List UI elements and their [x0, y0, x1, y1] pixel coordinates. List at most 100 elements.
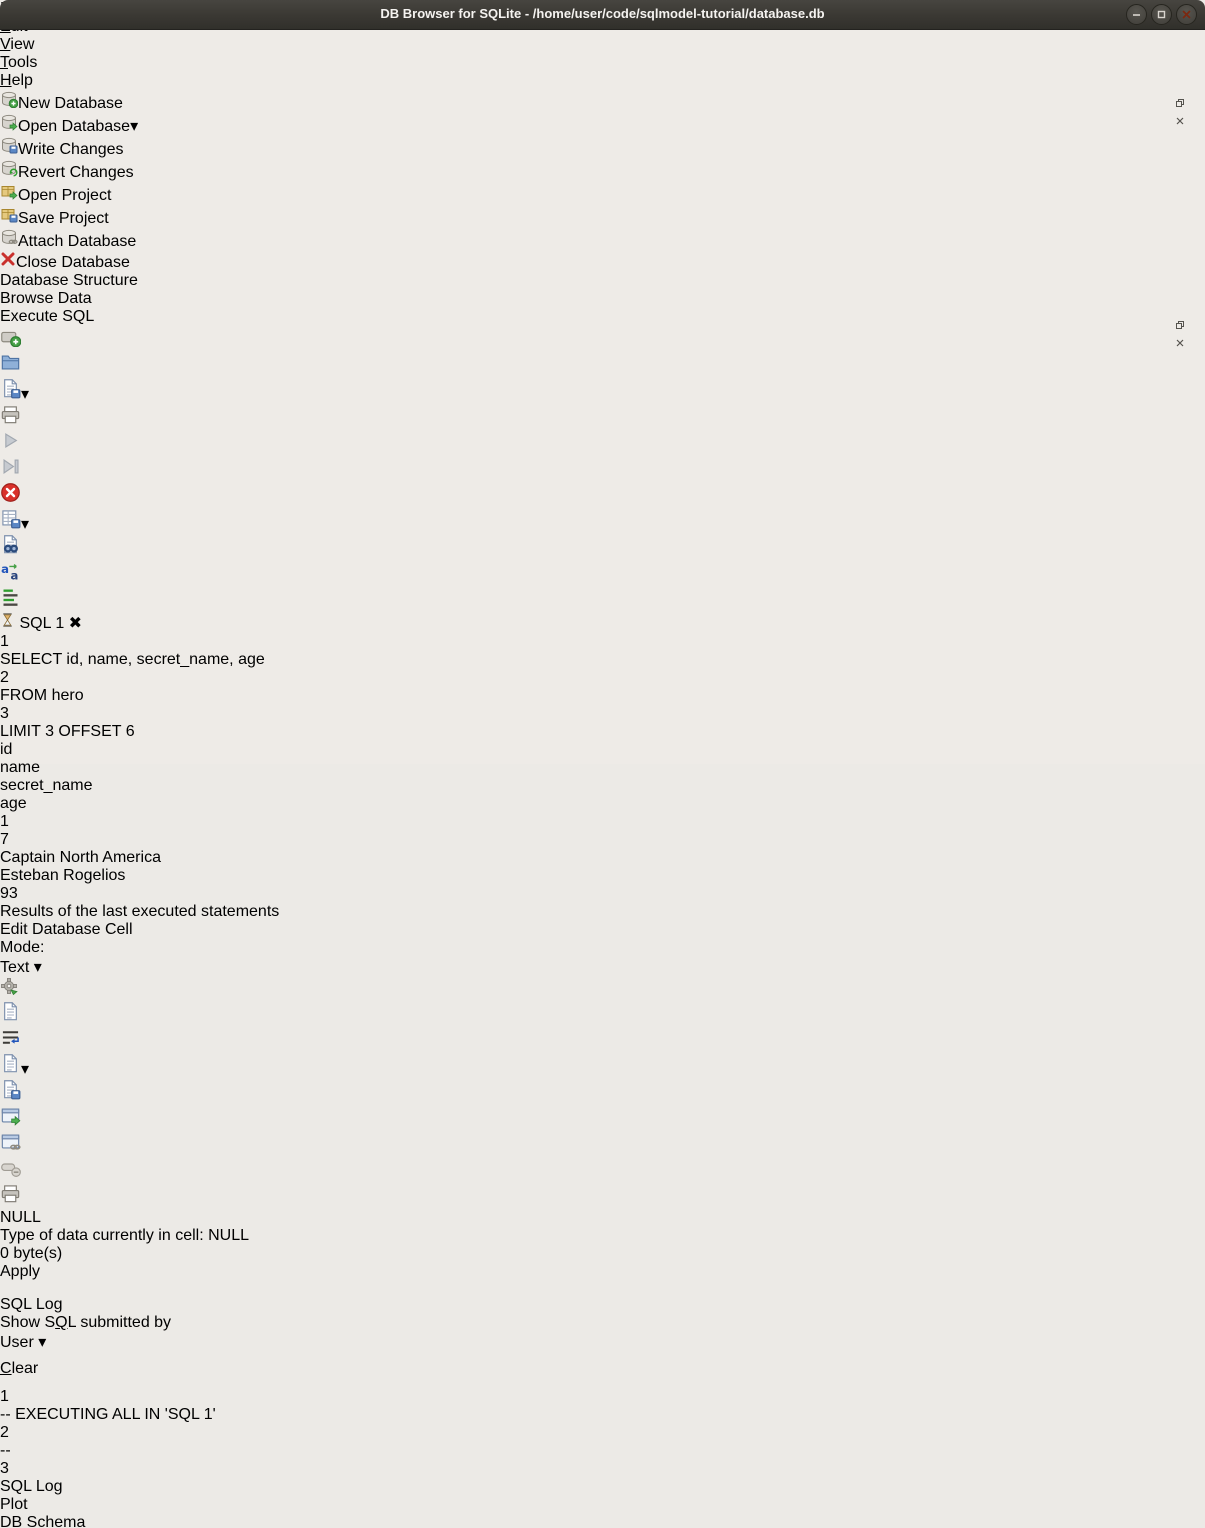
- maximize-button[interactable]: [1151, 4, 1172, 25]
- clear-log-button[interactable]: Clear: [0, 1360, 79, 1388]
- database-write-button[interactable]: Write Changes: [0, 136, 1205, 159]
- sql-tab[interactable]: SQL 1 ✖: [0, 612, 1205, 633]
- open-in-external-app-icon[interactable]: [0, 1105, 1205, 1131]
- execute-all-icon[interactable]: [0, 430, 1205, 456]
- dock-tab-sql-log[interactable]: SQL Log: [0, 1478, 1205, 1496]
- editor-line[interactable]: 2FROM hero: [0, 669, 1205, 705]
- editor-line-text: LIMIT 3 OFFSET 6: [0, 723, 1205, 741]
- table-cell[interactable]: Captain North America: [0, 849, 1205, 867]
- table-row[interactable]: 17Captain North AmericaEsteban Rogelios9…: [0, 813, 1205, 903]
- copy-cell-link-icon[interactable]: [0, 1131, 1205, 1157]
- dropdown-caret-icon[interactable]: ▾: [21, 386, 29, 403]
- menu-item-tools[interactable]: Tools: [0, 54, 1205, 72]
- editor-line-text: SELECT id, name, secret_name, age: [0, 651, 1205, 669]
- save-sql-file-icon[interactable]: ▾: [0, 378, 1205, 404]
- sql-tab-bar: SQL 1 ✖: [0, 612, 1205, 633]
- minimize-button[interactable]: [1126, 4, 1147, 25]
- mode-select[interactable]: Text ▾: [0, 957, 84, 977]
- table-cell[interactable]: 7: [0, 831, 1205, 849]
- results-message-area[interactable]: Results of the last executed statements: [0, 903, 1205, 921]
- line-number: 2: [0, 669, 1205, 687]
- menu-item-help[interactable]: Help: [0, 72, 1205, 90]
- toolbar-button-label: Write Changes: [18, 141, 124, 158]
- project-open-button[interactable]: Open Project: [0, 182, 1205, 205]
- minimize-icon: [1131, 9, 1142, 20]
- close-dock-icon[interactable]: [1176, 112, 1184, 130]
- titlebar[interactable]: DB Browser for SQLite - /home/user/code/…: [0, 0, 1205, 30]
- print-cell-icon[interactable]: [0, 1183, 1205, 1209]
- dock-tab-db-schema[interactable]: DB Schema: [0, 1514, 1205, 1528]
- cell-content-editor[interactable]: NULL: [0, 1209, 1205, 1227]
- dropdown-caret-icon[interactable]: ▾: [130, 118, 138, 135]
- format-sql-icon[interactable]: [0, 586, 1205, 612]
- text-document-icon[interactable]: [0, 1001, 1205, 1027]
- editor-line[interactable]: 3LIMIT 3 OFFSET 6: [0, 705, 1205, 741]
- sql-editor[interactable]: 1SELECT id, name, secret_name, age2FROM …: [0, 633, 1205, 741]
- menu-item-view[interactable]: View: [0, 36, 1205, 54]
- toolbar-button-label: Close Database: [16, 254, 130, 271]
- dropdown-caret-icon[interactable]: ▾: [21, 516, 29, 533]
- project-save-button[interactable]: Save Project: [0, 205, 1205, 228]
- row-number[interactable]: 1: [0, 813, 1205, 831]
- results-header-row: idnamesecret_nameage: [0, 741, 1205, 813]
- stop-execution-icon[interactable]: [0, 482, 1205, 508]
- execute-current-line-icon[interactable]: [0, 456, 1205, 482]
- open-file-in-cell-icon[interactable]: ▾: [0, 1053, 1205, 1079]
- sql-log-dock-title: SQL Log: [0, 1296, 1205, 1314]
- tab-execute-sql[interactable]: Execute SQL: [0, 308, 1205, 326]
- svg-text:a: a: [11, 568, 19, 581]
- save-results-icon[interactable]: ▾: [0, 508, 1205, 534]
- line-number: 1: [0, 633, 1205, 651]
- dock-tab-plot[interactable]: Plot: [0, 1496, 1205, 1514]
- table-cell[interactable]: 93: [0, 885, 1205, 903]
- dropdown-caret-icon: ▾: [21, 1061, 29, 1078]
- edit-cell-dock-buttons: [1176, 94, 1184, 130]
- sql-tab-close-icon[interactable]: ✖: [69, 615, 82, 632]
- new-tab-icon[interactable]: [0, 326, 1205, 352]
- print-icon[interactable]: [0, 404, 1205, 430]
- float-dock-icon[interactable]: [1176, 316, 1184, 334]
- database-open-button[interactable]: Open Database▾: [0, 113, 1205, 136]
- database-attach-icon: [0, 233, 18, 250]
- editor-line-text: FROM hero: [0, 687, 1205, 705]
- set-null-icon[interactable]: [0, 1157, 1205, 1183]
- column-header-age[interactable]: age: [0, 795, 1205, 813]
- apply-mode-button[interactable]: [0, 977, 1205, 1001]
- editor-line[interactable]: 1SELECT id, name, secret_name, age: [0, 633, 1205, 669]
- database-new-icon: [0, 95, 18, 112]
- tab-database-structure[interactable]: Database Structure: [0, 272, 1205, 290]
- save-cell-as-icon[interactable]: [0, 1079, 1205, 1105]
- sql-log-filter-label: Show SQL submitted by: [0, 1314, 1205, 1332]
- database-write-icon: [0, 141, 18, 158]
- sql-log-view[interactable]: 1-- EXECUTING ALL IN 'SQL 1'2--3: [0, 1388, 1205, 1478]
- toolbar-button-label: New Database: [18, 95, 123, 112]
- cell-type-info: Type of data currently in cell: NULL: [0, 1227, 1205, 1245]
- sql-log-filter-select[interactable]: User ▾: [0, 1332, 106, 1360]
- log-line[interactable]: 2--: [0, 1424, 1205, 1460]
- open-sql-file-icon[interactable]: [0, 352, 1205, 378]
- tab-browse-data[interactable]: Browse Data: [0, 290, 1205, 308]
- database-new-button[interactable]: New Database: [0, 90, 1205, 113]
- column-header-name[interactable]: name: [0, 759, 1205, 777]
- log-line[interactable]: 3: [0, 1460, 1205, 1478]
- window-title: DB Browser for SQLite - /home/user/code/…: [0, 6, 1205, 21]
- database-attach-button[interactable]: Attach Database: [0, 228, 1205, 251]
- apply-button[interactable]: Apply: [0, 1263, 78, 1290]
- table-cell[interactable]: Esteban Rogelios: [0, 867, 1205, 885]
- results-table[interactable]: idnamesecret_nameage17Captain North Amer…: [0, 741, 1205, 903]
- database-revert-icon: [0, 164, 18, 181]
- close-dock-icon[interactable]: [1176, 334, 1184, 352]
- find-icon[interactable]: [0, 534, 1205, 560]
- gear-icon: [0, 977, 19, 996]
- column-header-id[interactable]: id: [0, 741, 1205, 759]
- find-replace-icon[interactable]: aa: [0, 560, 1205, 586]
- float-dock-icon[interactable]: [1176, 94, 1184, 112]
- execute-sql-panel: ▾▾aa SQL 1 ✖ 1SELECT id, name, secret_na…: [0, 326, 1205, 921]
- word-wrap-icon[interactable]: [0, 1027, 1205, 1053]
- close-button[interactable]: [1176, 4, 1197, 25]
- database-close-button[interactable]: Close Database: [0, 251, 1205, 272]
- log-line[interactable]: 1-- EXECUTING ALL IN 'SQL 1': [0, 1388, 1205, 1424]
- chevron-down-icon: ▾: [34, 959, 42, 976]
- database-revert-button[interactable]: Revert Changes: [0, 159, 1205, 182]
- column-header-secret_name[interactable]: secret_name: [0, 777, 1205, 795]
